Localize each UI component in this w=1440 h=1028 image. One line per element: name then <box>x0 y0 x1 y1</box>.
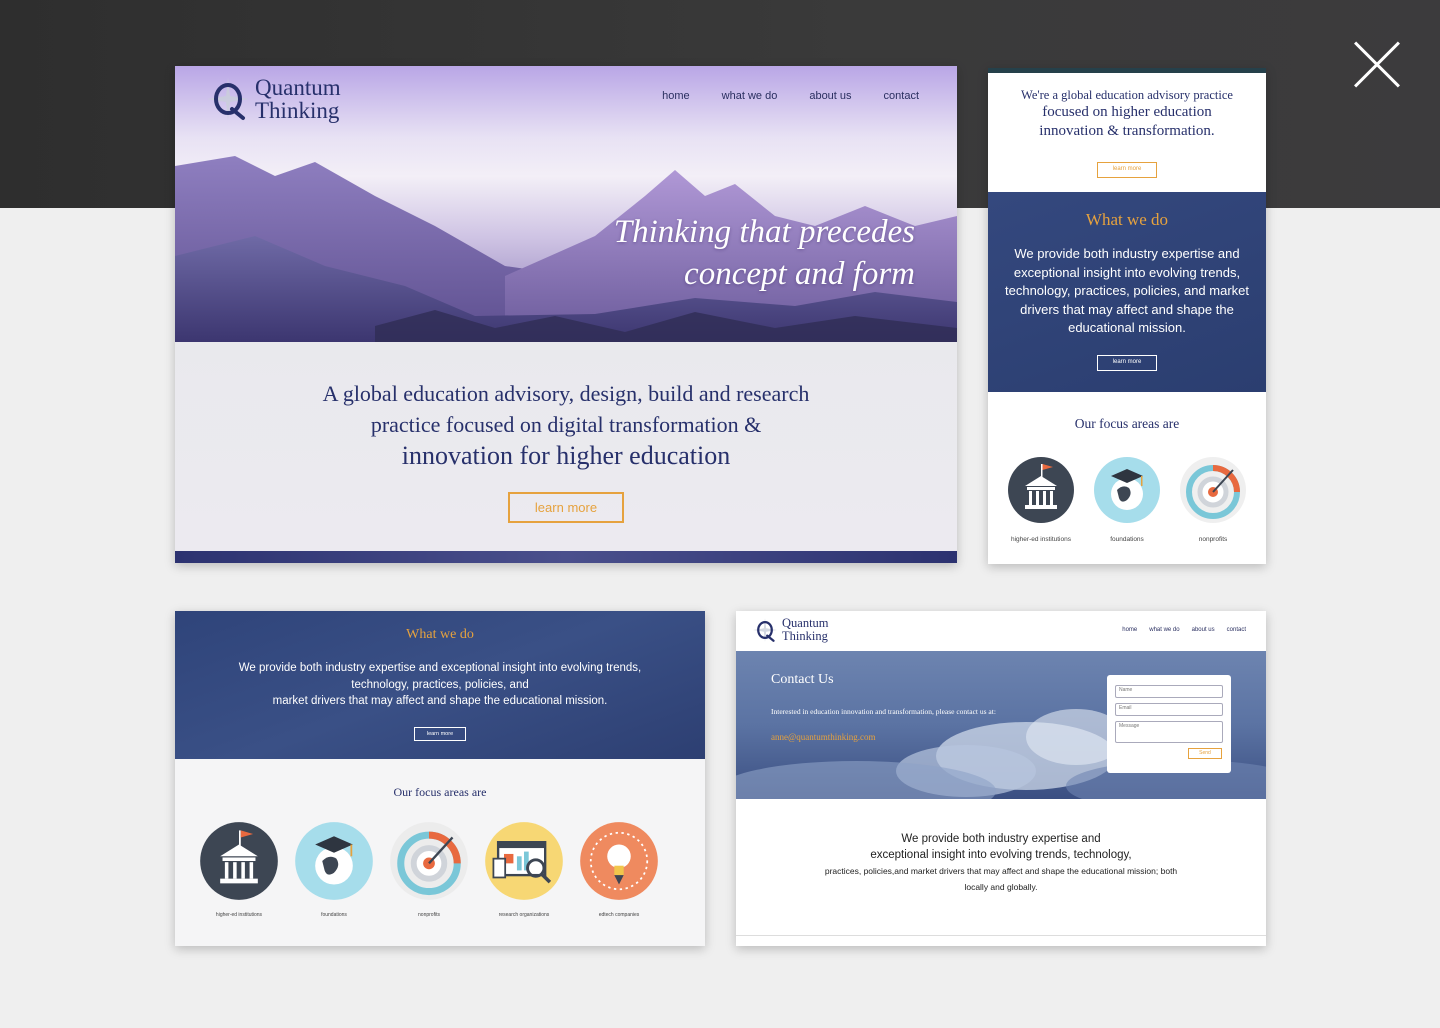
focus-item-research[interactable]: research organizations <box>484 821 564 918</box>
focus-item-foundations[interactable]: foundations <box>1087 456 1167 543</box>
focus-item-foundations[interactable]: foundations <box>294 821 374 918</box>
nav-about-us[interactable]: about us <box>809 90 851 102</box>
contact-desc: Interested in education innovation and t… <box>771 707 996 716</box>
what-title: What we do <box>406 627 474 642</box>
focus-label-foundations: foundations <box>321 912 347 918</box>
mobile-learn-more-button[interactable]: learn more <box>1097 162 1157 178</box>
mobile-top-strip <box>988 68 1266 73</box>
mobile-focus-title: Our focus areas are <box>1074 416 1180 431</box>
focus-label-edtech: edtech companies <box>598 912 640 918</box>
footer-bar <box>175 551 957 563</box>
hero-headline-line3: innovation for higher education <box>401 441 731 470</box>
mobile-intro-line1: We're a global education advisory practi… <box>1021 88 1233 102</box>
contact-body-line1: We provide both industry expertise and <box>901 833 1101 845</box>
mobile-intro-line2: focused on higher education <box>1042 104 1212 120</box>
nav-home[interactable]: home <box>662 90 690 102</box>
hero-tagline-line1: Thinking that precedes <box>613 214 915 250</box>
nav-what-we-do[interactable]: what we do <box>722 90 778 102</box>
mobile-intro: We're a global education advisory practi… <box>988 88 1266 141</box>
nav-what-we-do[interactable]: what we do <box>1149 627 1179 633</box>
university-icon <box>200 822 278 900</box>
brand-line2: Thinking <box>782 629 828 643</box>
what-learn-more-button[interactable]: learn more <box>414 727 466 741</box>
focus-label-foundations: foundations <box>1110 536 1144 543</box>
mobile-what-title: What we do <box>1085 210 1169 229</box>
hero-headline-line1: A global education advisory, design, bui… <box>322 381 810 406</box>
main-nav: home what we do about us contact <box>662 90 919 102</box>
mobile-what-we-do-panel: What we do We provide both industry expe… <box>988 192 1266 392</box>
focus-label-research: research organizations <box>498 912 550 918</box>
nav-contact[interactable]: contact <box>1227 627 1246 633</box>
what-we-do-preview: What we do We provide both industry expe… <box>175 611 705 946</box>
nav-about-us[interactable]: about us <box>1192 627 1215 633</box>
brand-line1: Quantum <box>255 75 341 100</box>
contact-hero: Contact Us Interested in education innov… <box>736 651 1266 799</box>
focus-label-higher-ed: higher-ed institutions <box>1011 536 1071 543</box>
email-field[interactable]: Email <box>1115 703 1223 716</box>
learn-more-button[interactable]: learn more <box>508 492 624 523</box>
brand-line2: Thinking <box>255 98 340 123</box>
lightbulb-icon <box>580 822 658 900</box>
focus-item-nonprofits[interactable]: nonprofits <box>389 821 469 918</box>
logo-q-icon <box>205 76 251 122</box>
analytics-icon <box>485 822 563 900</box>
logo-q-icon <box>752 617 778 643</box>
focus-title: Our focus areas are <box>393 785 487 799</box>
target-icon <box>1180 457 1246 523</box>
what-desc: We provide both industry expertise and e… <box>195 660 685 710</box>
university-icon <box>1008 457 1074 523</box>
mobile-preview: We're a global education advisory practi… <box>988 68 1266 564</box>
contact-body-line2: exceptional insight into evolving trends… <box>870 849 1132 861</box>
name-field[interactable]: Name <box>1115 685 1223 698</box>
focus-item-higher-ed[interactable]: higher-ed institutions <box>1001 456 1081 543</box>
close-icon[interactable] <box>1352 40 1402 90</box>
nav-contact[interactable]: contact <box>884 90 919 102</box>
contact-form: Name Email Message Send <box>1107 675 1231 773</box>
brand-logo-small[interactable]: Quantum Thinking <box>752 617 829 643</box>
hero-headline-line2: practice focused on digital transformati… <box>370 412 762 437</box>
mobile-what-desc: We provide both industry expertise and e… <box>1005 246 1249 335</box>
what-desc-line3: market drivers that may affect and shape… <box>272 695 608 707</box>
focus-item-edtech[interactable]: edtech companies <box>579 821 659 918</box>
contact-nav: home what we do about us contact <box>1122 627 1246 633</box>
hero-headline: A global education advisory, design, bui… <box>175 378 957 471</box>
contact-body-line3: practices, policies,and market drivers t… <box>824 866 1178 876</box>
focus-item-higher-ed[interactable]: higher-ed institutions <box>199 821 279 918</box>
contact-title: Contact Us <box>771 672 834 687</box>
focus-label-higher-ed: higher-ed institutions <box>215 912 263 918</box>
footer-divider <box>736 935 1266 936</box>
what-desc-line1: We provide both industry expertise and e… <box>238 662 642 674</box>
focus-label-nonprofits: nonprofits <box>1198 536 1228 543</box>
mobile-what-learn-more-button[interactable]: learn more <box>1097 355 1157 371</box>
desktop-home-preview: Quantum Thinking home what we do about u… <box>175 66 957 563</box>
send-button[interactable]: Send <box>1188 748 1222 759</box>
graduation-globe-icon <box>1094 457 1160 523</box>
contact-body-text: We provide both industry expertise and e… <box>736 831 1266 895</box>
mobile-focus-icons: higher-ed institutions foundations nonpr… <box>988 456 1266 543</box>
contact-preview: Quantum Thinking home what we do about u… <box>736 611 1266 946</box>
hero-tagline: Thinking that precedes concept and form <box>614 211 915 295</box>
target-icon <box>390 822 468 900</box>
mobile-intro-line3: innovation & transformation. <box>1039 123 1215 139</box>
contact-email-link[interactable]: anne@quantumthinking.com <box>771 732 876 742</box>
hero-tagline-line2: concept and form <box>684 256 915 292</box>
brand-logo[interactable]: Quantum Thinking <box>205 76 341 122</box>
focus-icons: higher-ed institutions foundations nonpr… <box>199 821 659 918</box>
hero-banner: Quantum Thinking home what we do about u… <box>175 66 957 342</box>
focus-label-nonprofits: nonprofits <box>418 912 440 918</box>
focus-item-nonprofits[interactable]: nonprofits <box>1173 456 1253 543</box>
message-field[interactable]: Message <box>1115 721 1223 743</box>
contact-body-line4: locally and globally. <box>964 882 1038 892</box>
graduation-globe-icon <box>295 822 373 900</box>
nav-home[interactable]: home <box>1122 627 1137 633</box>
what-desc-line2: technology, practices, policies, and <box>351 678 529 691</box>
